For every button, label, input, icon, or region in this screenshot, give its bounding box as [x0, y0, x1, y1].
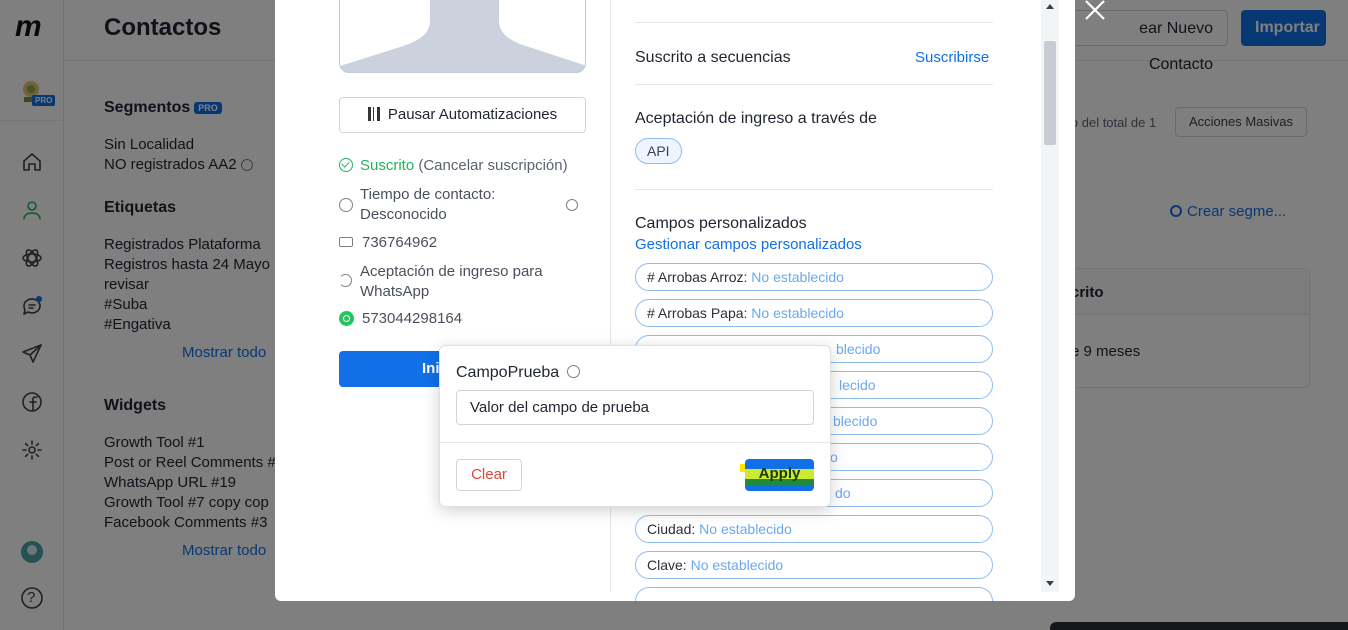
contact-time: Tiempo de contacto: Desconocido: [360, 185, 495, 225]
field-name: Ciudad:: [647, 521, 696, 537]
modal-scrollbar[interactable]: [1041, 0, 1059, 592]
field-value: do: [835, 485, 851, 501]
help-icon[interactable]: [566, 365, 580, 378]
field-name: # Arrobas Papa:: [647, 305, 748, 321]
contact-id: 736764962: [362, 234, 438, 251]
subscription-status: Suscrito (Cancelar suscripción): [339, 157, 568, 174]
whatsapp-optin-line1: Aceptación de ingreso para: [360, 263, 543, 280]
field-value: blecido: [836, 341, 881, 357]
field-value: No establecido: [751, 305, 844, 321]
pause-automations-button[interactable]: Pausar Automatizaciones: [339, 97, 586, 133]
optin-chip-api: API: [635, 138, 682, 164]
apply-button-label: Apply: [758, 465, 801, 482]
contact-detail-modal: Pausar Automatizaciones Suscrito (Cancel…: [275, 0, 1075, 601]
clear-button[interactable]: Clear: [456, 459, 522, 491]
popup-divider: [440, 442, 830, 443]
unsubscribe-link[interactable]: (Cancelar suscripción): [418, 157, 567, 174]
whatsapp-optin-line2: WhatsApp: [360, 283, 430, 300]
whatsapp-optin: Aceptación de ingreso para WhatsApp: [360, 262, 543, 302]
contact-time-label: Tiempo de contacto:: [360, 186, 496, 203]
custom-field[interactable]: Ciudad: No establecido: [635, 515, 993, 543]
field-value: o: [830, 449, 838, 465]
id-card-icon: [339, 237, 353, 247]
pause-button-label: Pausar Automatizaciones: [387, 106, 558, 123]
pause-icon: [367, 107, 380, 121]
clock-icon: [339, 198, 353, 212]
section-divider: [635, 22, 993, 23]
scroll-down-arrow-icon[interactable]: [1046, 581, 1054, 586]
optin-icon: [339, 274, 352, 287]
custom-field[interactable]: [635, 587, 993, 601]
section-divider: [635, 189, 993, 190]
field-value: No establecido: [690, 557, 784, 573]
scrollbar-thumb[interactable]: [1044, 41, 1056, 145]
whatsapp-icon: [339, 311, 354, 326]
avatar-placeholder-icon: [340, 0, 585, 66]
close-icon[interactable]: [1083, 0, 1107, 22]
help-icon[interactable]: [566, 199, 578, 211]
field-value: blecido: [833, 413, 878, 429]
field-value-input[interactable]: Valor del campo de prueba: [456, 390, 814, 425]
scroll-up-arrow-icon[interactable]: [1046, 4, 1054, 9]
manage-custom-fields-link[interactable]: Gestionar campos personalizados: [635, 236, 862, 253]
field-value: No establecido: [699, 521, 792, 537]
contact-avatar: [339, 0, 586, 73]
apply-button[interactable]: Apply: [745, 459, 814, 491]
field-value: lecido: [839, 377, 876, 393]
field-label-text: CampoPrueba: [456, 364, 560, 381]
field-name: Clave:: [647, 557, 687, 573]
custom-field-editor-popup: CampoPrueba Valor del campo de prueba Cl…: [439, 345, 831, 507]
sequences-label: Suscrito a secuencias: [635, 49, 791, 66]
subscribe-sequence-link[interactable]: Suscribirse: [915, 49, 989, 66]
optin-title: Aceptación de ingreso a través de: [635, 110, 877, 127]
field-name: # Arrobas Arroz:: [647, 269, 748, 285]
custom-fields-title: Campos personalizados: [635, 215, 807, 232]
contact-time-value: Desconocido: [360, 206, 447, 223]
check-circle-icon: [339, 158, 353, 172]
popup-field-label: CampoPrueba: [456, 364, 580, 382]
section-divider: [635, 84, 993, 85]
field-value: No establecido: [751, 269, 844, 285]
contact-phone: 573044298164: [362, 310, 463, 327]
custom-field[interactable]: # Arrobas Arroz: No establecido: [635, 263, 993, 291]
custom-field[interactable]: Clave: No establecido: [635, 551, 993, 579]
subscribed-status: Suscrito: [360, 157, 415, 174]
custom-field[interactable]: # Arrobas Papa: No establecido: [635, 299, 993, 327]
